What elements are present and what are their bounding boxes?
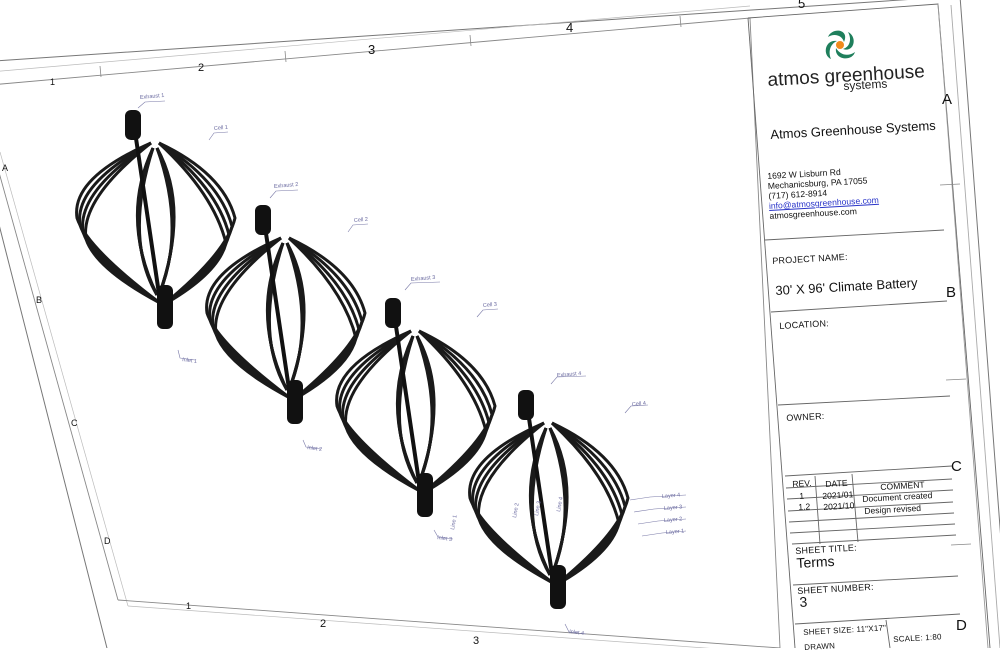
top-border-line-outer xyxy=(0,5,751,72)
revision-1-rev: 1 xyxy=(799,490,805,501)
revision-2-date: 2021/10 xyxy=(823,500,855,512)
sheet-number: 3 xyxy=(799,593,808,610)
layer-label-1: Layer 1 xyxy=(666,528,685,536)
zone-label-top-1: 1 xyxy=(50,77,56,87)
revision-1-date: 2021/01 xyxy=(822,489,854,501)
exhaust-label-2: Exhaust 2 xyxy=(274,182,299,190)
owner-label: OWNER: xyxy=(786,410,825,423)
annotation-labels: Exhaust 1 Exhaust 2 Exhaust 3 Exhaust 4 Cell… xyxy=(140,93,685,637)
zone-label-top-4: 4 xyxy=(566,20,574,35)
line-label-2: Line 2 xyxy=(512,503,521,519)
bottom-border-line-inner xyxy=(127,605,710,648)
zone-label-bottom-3: 3 xyxy=(473,635,480,647)
layer-label-4: Layer 4 xyxy=(662,492,681,500)
revision-header-rev: REV. xyxy=(792,477,812,489)
zone-label-left-c: C xyxy=(71,418,78,428)
zone-label-left-d: D xyxy=(104,536,111,546)
zone-label-top-5: 5 xyxy=(798,0,806,11)
exhaust-label-3: Exhaust 3 xyxy=(411,275,436,283)
cell-label-3: Cell 3 xyxy=(483,302,498,309)
line-label-1: Line 1 xyxy=(450,515,459,531)
inlet-label-2: Inlet 2 xyxy=(307,445,323,453)
layer-label-3: Layer 3 xyxy=(664,504,683,512)
inlet-label-3: Inlet 3 xyxy=(437,535,453,543)
zone-label-left-b: B xyxy=(36,295,43,305)
revision-2-rev: 1.2 xyxy=(798,501,811,512)
line-label-4: Line 4 xyxy=(556,497,565,513)
exhaust-label-1: Exhaust 1 xyxy=(140,93,165,101)
layer-label-2: Layer 2 xyxy=(664,516,683,524)
sheet-title: Terms xyxy=(796,552,835,571)
cell-label-1: Cell 1 xyxy=(214,125,229,132)
bottom-border-line xyxy=(117,599,781,648)
battery-cell-1 xyxy=(75,110,237,329)
zone-label-right-a: A xyxy=(942,91,953,108)
zone-label-left-a: A xyxy=(2,163,9,173)
exhaust-label-4: Exhaust 4 xyxy=(557,371,582,379)
left-border-line xyxy=(0,174,119,601)
zone-label-right-d: D xyxy=(956,617,967,634)
company-logo xyxy=(825,30,855,59)
zone-label-bottom-2: 2 xyxy=(320,618,327,630)
logo-subtitle: systems xyxy=(843,76,888,93)
zone-label-bottom-1: 1 xyxy=(186,601,192,611)
inlet-label-1: Inlet 1 xyxy=(182,357,198,365)
company-address: 1692 W Lisburn Rd Mechanicsburg, PA 1705… xyxy=(767,165,880,221)
zone-label-top-3: 3 xyxy=(368,42,376,57)
sheet-inner-border xyxy=(0,17,781,648)
revision-header-date: DATE xyxy=(825,477,848,489)
inlet-label-4: Inlet 4 xyxy=(569,629,585,637)
battery-cell-2 xyxy=(205,205,367,424)
battery-cell-4 xyxy=(468,390,630,609)
zone-label-top-2: 2 xyxy=(198,62,205,74)
annotation-leaders xyxy=(137,100,687,635)
climate-battery-cells xyxy=(75,110,630,609)
drawn-label: DRAWN xyxy=(804,641,836,652)
zone-label-right-c: C xyxy=(951,458,962,475)
cell-label-4: Cell 4 xyxy=(632,401,647,408)
zone-label-right-b: B xyxy=(946,284,957,301)
cell-label-2: Cell 2 xyxy=(354,217,369,224)
